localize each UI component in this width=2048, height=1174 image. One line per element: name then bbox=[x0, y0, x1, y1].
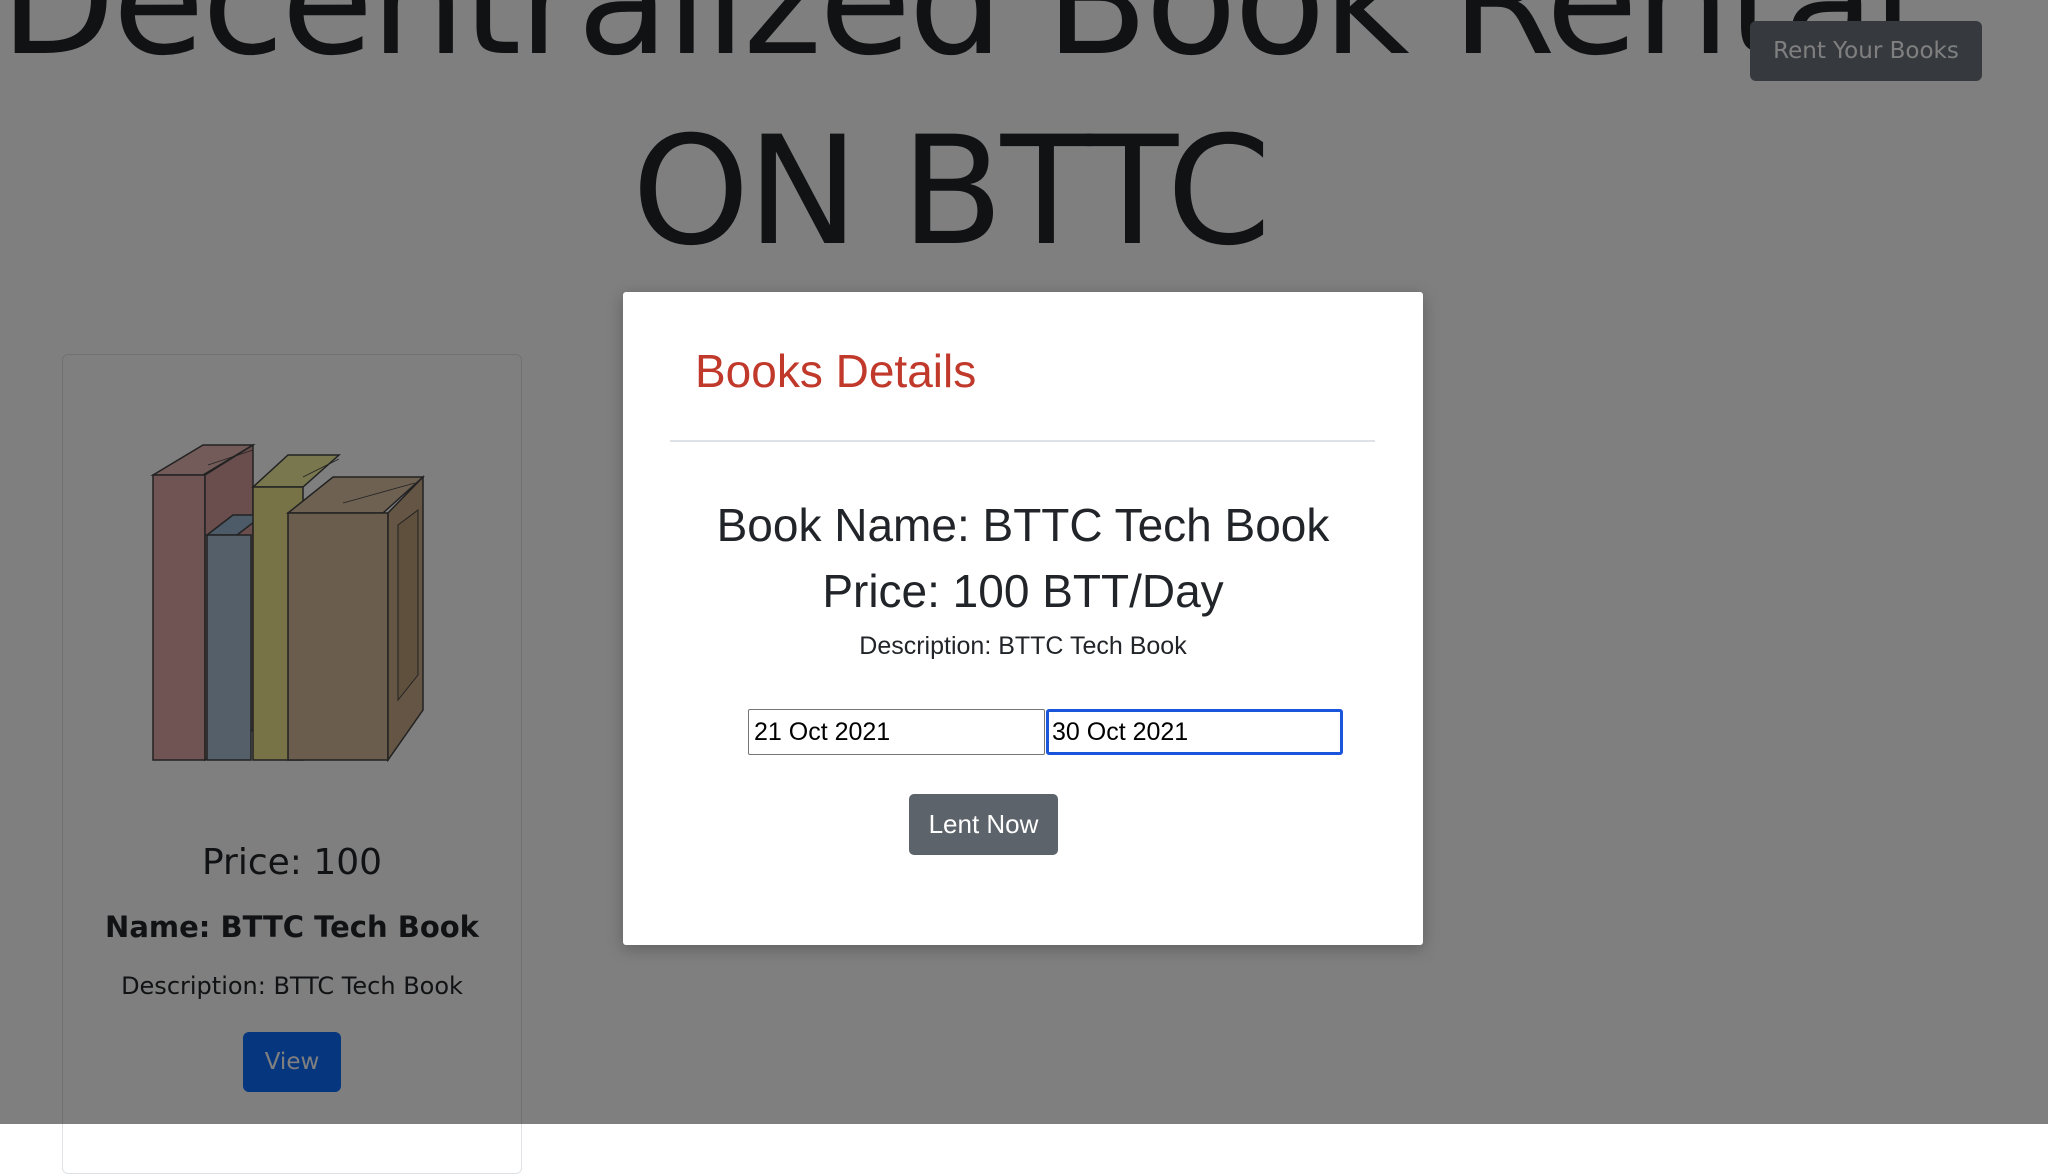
book-details-modal: Books Details Book Name: BTTC Tech Book … bbox=[623, 292, 1423, 945]
book-price: Price: 100 BTT/Day bbox=[822, 565, 1224, 617]
lent-now-button[interactable]: Lent Now bbox=[909, 794, 1058, 855]
book-description: Description: BTTC Tech Book bbox=[859, 632, 1187, 660]
book-name: Book Name: BTTC Tech Book bbox=[716, 499, 1330, 551]
end-date-input[interactable] bbox=[1046, 709, 1343, 755]
start-date-input[interactable] bbox=[748, 709, 1045, 755]
modal-title: Books Details bbox=[695, 345, 977, 397]
modal-divider bbox=[670, 440, 1375, 442]
